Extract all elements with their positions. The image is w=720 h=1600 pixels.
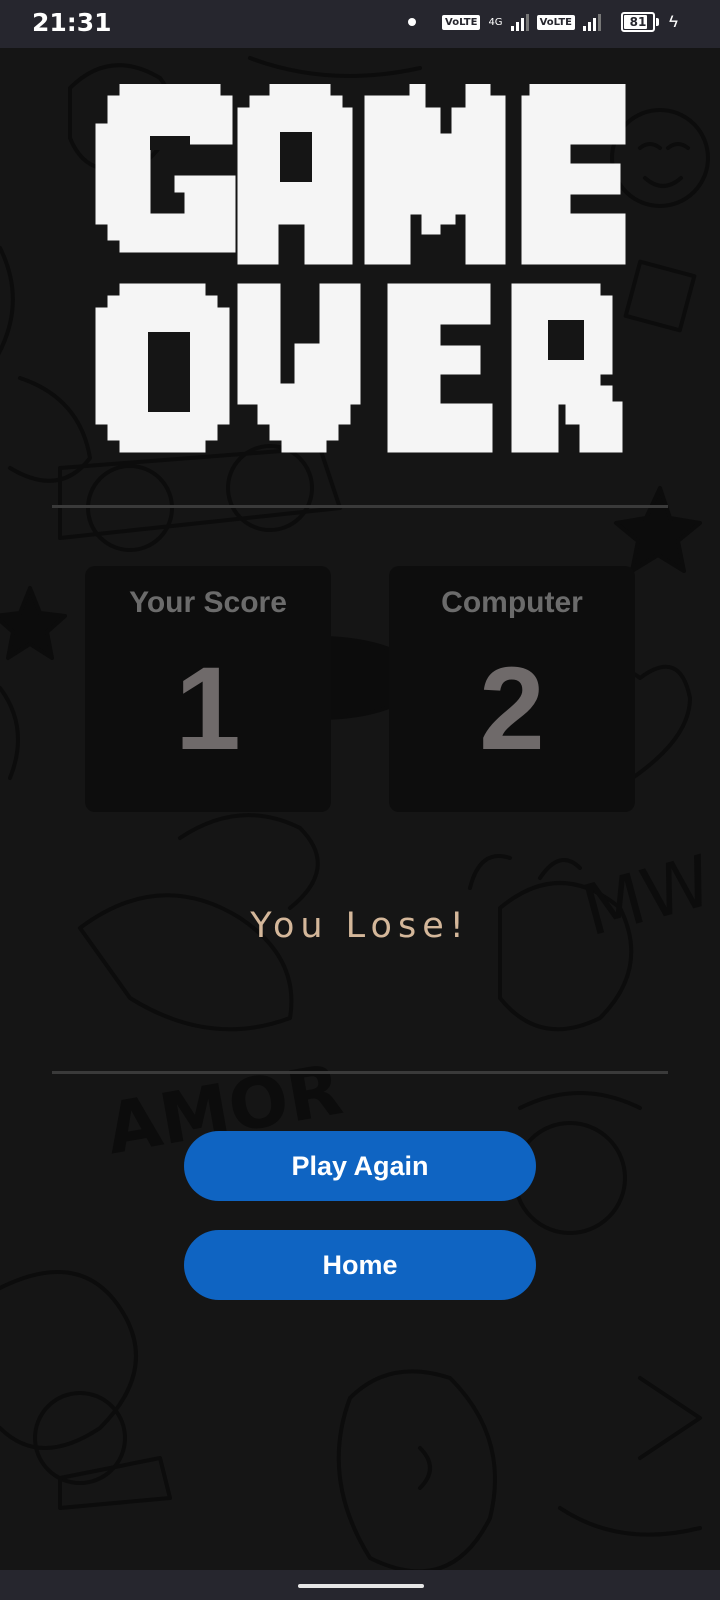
volte-badge-sim2: VoLTE — [536, 14, 575, 30]
computer-score-value: 2 — [479, 643, 545, 775]
battery-percent: 81 — [629, 15, 647, 29]
divider-top — [52, 505, 668, 508]
signal-strength-icon — [510, 13, 529, 31]
navigation-bar — [0, 1570, 720, 1600]
home-button[interactable]: Home — [184, 1230, 536, 1300]
battery-icon: 81 — [621, 12, 659, 32]
computer-score-label: Computer — [441, 586, 583, 619]
status-bar: 21:31 VoLTE 4G VoLTE 81 ϟ — [0, 0, 720, 48]
signal-strength-icon-2 — [583, 13, 601, 31]
player-score-card: Your Score 1 — [85, 566, 331, 812]
player-score-value: 1 — [175, 643, 241, 775]
charging-bolt-icon: ϟ — [669, 12, 678, 31]
status-icons: VoLTE 4G VoLTE 81 ϟ — [408, 12, 678, 32]
player-score-label: Your Score — [129, 586, 287, 619]
notification-dot-icon — [408, 18, 416, 26]
volte-badge-sim1: VoLTE — [442, 14, 481, 30]
status-time: 21:31 — [32, 8, 112, 37]
home-indicator[interactable] — [298, 1584, 424, 1588]
divider-bottom — [52, 1071, 668, 1074]
computer-score-card: Computer 2 — [389, 566, 635, 812]
result-message: You Lose! — [250, 906, 470, 946]
play-again-button[interactable]: Play Again — [184, 1131, 536, 1201]
network-type-label: 4G — [488, 16, 503, 28]
game-over-title — [95, 84, 626, 453]
